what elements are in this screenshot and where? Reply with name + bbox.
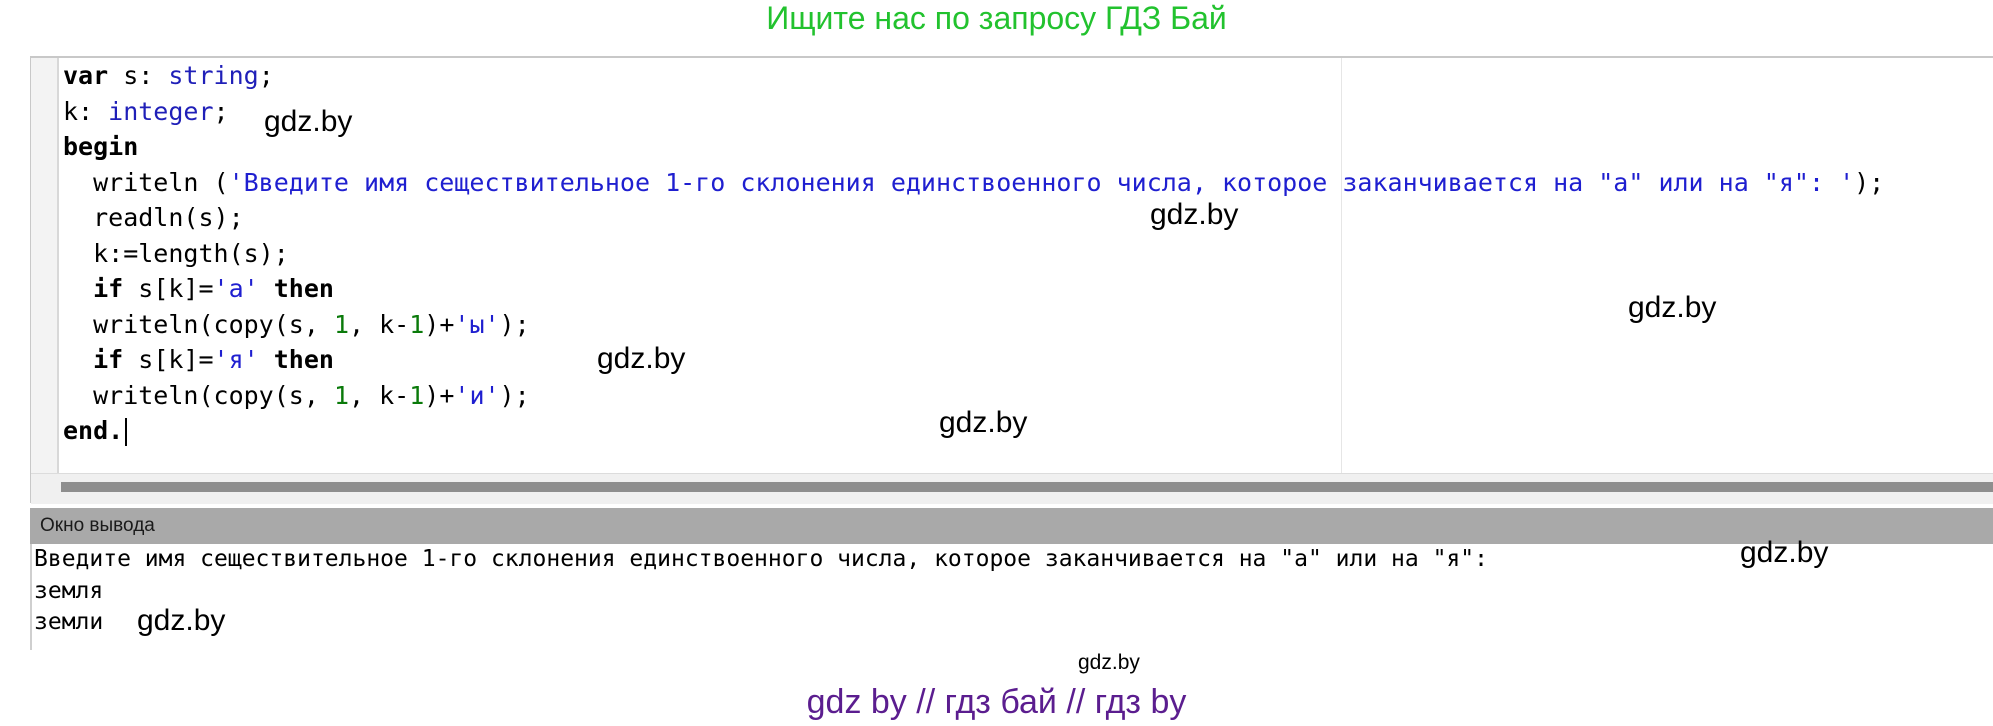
code-token: 'а' [213, 274, 259, 303]
code-text-area[interactable]: var s: string; k: integer; begin writeln (… [63, 58, 1993, 449]
code-token: writeln(copy(s, [63, 309, 334, 339]
code-token: end. [63, 416, 124, 445]
code-line[interactable]: var s: string; [63, 58, 1993, 94]
code-token: then [273, 274, 334, 303]
watermark: gdz.by [1150, 198, 1239, 231]
code-token: then [273, 345, 334, 374]
code-line[interactable]: if s[k]='я' then [63, 342, 1993, 378]
code-token: 1 [333, 309, 349, 339]
code-token: writeln ( [63, 167, 229, 197]
code-token: 1 [409, 380, 425, 410]
code-line[interactable]: k: integer; [63, 94, 1993, 130]
code-token: s[k]= [123, 345, 214, 374]
code-token: readln(s); [63, 203, 244, 232]
watermark: gdz.by [264, 105, 353, 138]
code-line[interactable]: writeln(copy(s, 1, k-1)+'и'); [63, 378, 1993, 414]
code-token: writeln(copy(s, [63, 380, 334, 410]
code-token: 'и' [454, 380, 500, 410]
code-token: string [168, 61, 259, 90]
code-token: integer [108, 96, 214, 126]
watermark: gdz.by [1740, 536, 1829, 569]
code-token: 'Введите имя сеществительное 1-го склоне… [228, 167, 1855, 197]
editor-gutter [31, 58, 59, 473]
code-token: ); [1854, 167, 1885, 197]
code-token: s: [108, 61, 169, 90]
code-token: 'я' [213, 345, 259, 374]
code-token: ); [499, 309, 530, 339]
text-cursor [125, 418, 128, 446]
code-line[interactable]: writeln ('Введите имя сеществительное 1-… [63, 165, 1993, 201]
code-token: , k- [349, 309, 410, 339]
code-token: 1 [333, 380, 349, 410]
watermark: gdz.by [1078, 651, 1140, 674]
code-token: 1 [409, 309, 425, 339]
code-token: )+ [424, 380, 455, 410]
code-token: var [63, 61, 109, 90]
code-token: k: [63, 96, 109, 126]
output-line: Введите имя сеществительное 1-го склонен… [34, 546, 1488, 572]
output-line: земля [34, 577, 104, 604]
code-token: if [93, 345, 124, 374]
code-token: 'ы' [454, 309, 500, 339]
code-token: s[k]= [123, 274, 214, 303]
bottom-banner: gdz by // гдз бай // гдз by [806, 683, 1187, 721]
output-line: земли [34, 609, 104, 635]
code-line[interactable]: k:=length(s); [63, 236, 1993, 272]
top-banner: Ищите нас по запросу ГДЗ Бай [766, 0, 1227, 36]
code-line[interactable]: end. [63, 413, 1993, 449]
output-window-header: Окно вывода [30, 508, 1993, 544]
code-token: if [93, 274, 124, 303]
code-token: )+ [424, 309, 455, 339]
code-token: begin [63, 132, 139, 161]
code-line[interactable]: readln(s); [63, 200, 1993, 236]
code-token: , k- [349, 380, 410, 410]
watermark: gdz.by [1628, 291, 1717, 324]
watermark: gdz.by [597, 342, 686, 375]
horizontal-scrollbar-thumb[interactable] [61, 482, 1993, 492]
code-token: ); [499, 380, 530, 410]
code-token: k:=length(s); [63, 238, 289, 268]
output-window-title: Окно вывода [40, 515, 155, 536]
watermark: gdz.by [137, 604, 226, 637]
code-token: ; [258, 61, 274, 90]
code-line[interactable]: begin [63, 129, 1993, 165]
horizontal-scrollbar[interactable] [31, 473, 1993, 504]
output-window-body[interactable]: Введите имя сеществительное 1-го склонен… [30, 544, 1993, 650]
code-token: ; [213, 96, 229, 126]
watermark: gdz.by [939, 406, 1028, 439]
